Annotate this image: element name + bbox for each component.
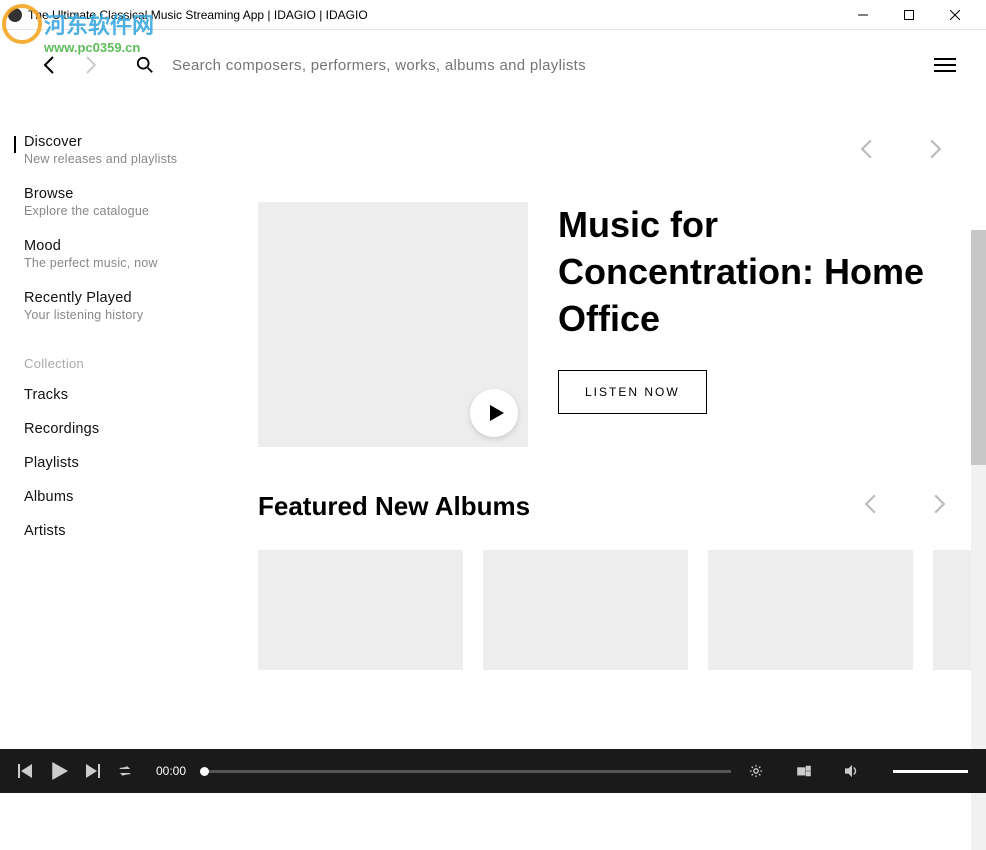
sidebar-link-albums[interactable]: Albums — [24, 489, 230, 505]
sidebar-item-subtitle: The perfect music, now — [24, 256, 230, 270]
hero-image — [258, 202, 528, 447]
hero-next-button[interactable] — [929, 138, 942, 165]
sidebar-item-title: Discover — [24, 134, 230, 150]
album-tile[interactable] — [708, 550, 913, 670]
sidebar-link-tracks[interactable]: Tracks — [24, 387, 230, 403]
sidebar-item-subtitle: Explore the catalogue — [24, 204, 230, 218]
player-bar: 00:00 — [0, 749, 986, 793]
window-title: The Ultimate Classical Music Streaming A… — [28, 8, 368, 22]
scrollbar-thumb[interactable] — [971, 230, 986, 465]
hero-play-button[interactable] — [470, 389, 518, 437]
sidebar-item-subtitle: Your listening history — [24, 308, 230, 322]
player-progress-track[interactable] — [200, 770, 731, 773]
albums-prev-button[interactable] — [864, 493, 877, 520]
albums-next-button[interactable] — [933, 493, 946, 520]
player-queue-button[interactable] — [797, 764, 811, 778]
player-time: 00:00 — [156, 764, 186, 778]
player-next-button[interactable] — [86, 764, 100, 778]
player-settings-button[interactable] — [749, 764, 763, 778]
sidebar-item-mood[interactable]: Mood The perfect music, now — [24, 238, 230, 270]
player-volume-button[interactable] — [845, 764, 859, 778]
sidebar-item-discover[interactable]: Discover New releases and playlists — [24, 134, 230, 166]
main-content: Music for Concentration: Home Office LIS… — [230, 100, 986, 748]
album-tile[interactable] — [258, 550, 463, 670]
window-minimize-button[interactable] — [840, 0, 886, 30]
hero-prev-button[interactable] — [860, 138, 873, 165]
window-titlebar: The Ultimate Classical Music Streaming A… — [0, 0, 986, 30]
section-title: Featured New Albums — [258, 491, 530, 522]
top-nav — [0, 30, 986, 100]
nav-back-button[interactable] — [40, 56, 58, 74]
sidebar-item-title: Browse — [24, 186, 230, 202]
sidebar-item-subtitle: New releases and playlists — [24, 152, 230, 166]
menu-button[interactable] — [934, 54, 956, 76]
player-prev-button[interactable] — [18, 764, 32, 778]
window-maximize-button[interactable] — [886, 0, 932, 30]
player-repeat-button[interactable] — [118, 764, 132, 778]
sidebar-section-label: Collection — [24, 356, 230, 371]
app-icon — [8, 8, 22, 22]
player-progress-handle[interactable] — [200, 767, 209, 776]
sidebar: Discover New releases and playlists Brow… — [0, 100, 230, 748]
nav-forward-button[interactable] — [82, 56, 100, 74]
player-play-button[interactable] — [50, 762, 68, 780]
listen-now-button[interactable]: LISTEN NOW — [558, 370, 707, 414]
sidebar-link-playlists[interactable]: Playlists — [24, 455, 230, 471]
album-tile[interactable] — [483, 550, 688, 670]
sidebar-item-title: Recently Played — [24, 290, 230, 306]
sidebar-link-recordings[interactable]: Recordings — [24, 421, 230, 437]
sidebar-item-recently-played[interactable]: Recently Played Your listening history — [24, 290, 230, 322]
sidebar-item-title: Mood — [24, 238, 230, 254]
player-volume-slider[interactable] — [893, 770, 968, 773]
search-input[interactable] — [172, 57, 922, 74]
sidebar-link-artists[interactable]: Artists — [24, 523, 230, 539]
sidebar-item-browse[interactable]: Browse Explore the catalogue — [24, 186, 230, 218]
window-close-button[interactable] — [932, 0, 978, 30]
search-icon — [136, 56, 154, 74]
hero-title: Music for Concentration: Home Office — [558, 202, 946, 342]
